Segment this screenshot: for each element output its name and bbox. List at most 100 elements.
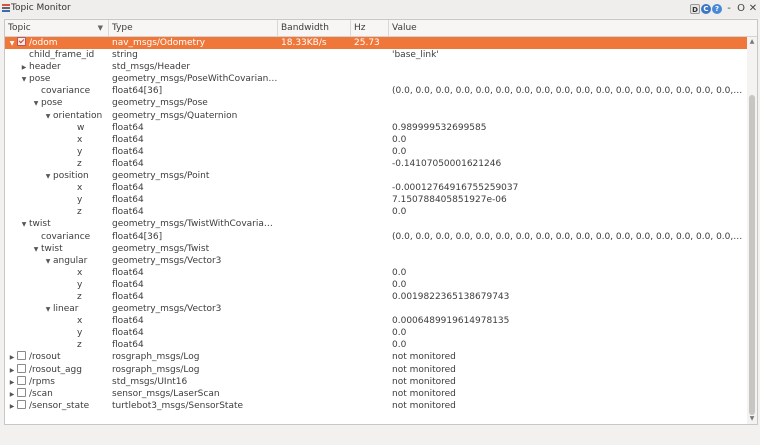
topic-label: z: [77, 291, 82, 302]
tree-row[interactable]: y float64 0.0: [5, 327, 747, 339]
tree-row[interactable]: covariance float64[36] (0.0, 0.0, 0.0, 0.0…: [5, 85, 747, 97]
tree-row[interactable]: x float64 0.0: [5, 267, 747, 279]
tree-row[interactable]: ▼ angular geometry_msgs/Vector3: [5, 255, 747, 267]
topic-tree-view[interactable]: Topic ▼ Type Bandwidth Hz Value ▼ /odom na…: [4, 19, 758, 425]
tree-row[interactable]: ▶/rpms std_msgs/UInt16 not monitored: [5, 375, 747, 388]
tree-row[interactable]: ▼ linear geometry_msgs/Vector3: [5, 303, 747, 315]
tree-row[interactable]: ▶ header std_msgs/Header: [5, 61, 747, 73]
topic-label: /sensor_state: [29, 400, 90, 411]
type-cell: float64: [112, 195, 144, 206]
bandwidth-cell: 18.33KB/s: [281, 38, 327, 48]
header-hz[interactable]: Hz: [351, 20, 389, 36]
value-cell: 0.0: [392, 134, 407, 145]
topic-label: y: [77, 328, 83, 339]
monitor-checkbox[interactable]: [17, 37, 26, 46]
tree-row[interactable]: ▼ orientation geometry_msgs/Quaternion: [5, 110, 747, 122]
type-cell: float64: [112, 134, 144, 145]
value-cell: 0.0006489919614978135: [392, 316, 510, 327]
minimize-icon[interactable]: -: [724, 4, 734, 14]
monitor-checkbox[interactable]: [17, 363, 26, 373]
dock-icon[interactable]: D: [690, 4, 700, 14]
type-cell: rosgraph_msgs/Log: [112, 352, 200, 363]
expand-arrow-icon[interactable]: ▶: [7, 401, 17, 413]
tree-row[interactable]: x float64 -0.00012764916755259037: [5, 182, 747, 194]
close-icon[interactable]: ✕: [748, 4, 758, 14]
tree-row[interactable]: x float64 0.0: [5, 134, 747, 146]
value-cell: 7.150788405851927e-06: [392, 195, 507, 206]
value-cell: -0.00012764916755259037: [392, 183, 519, 194]
topic-label: linear: [53, 304, 79, 315]
type-cell: geometry_msgs/PoseWithCovariance: [112, 74, 278, 85]
topic-label: child_frame_id: [29, 50, 95, 61]
reload-icon[interactable]: C: [701, 4, 711, 14]
topic-label: angular: [53, 255, 88, 266]
tree-row[interactable]: ▼ pose geometry_msgs/Pose: [5, 97, 747, 109]
tree-row[interactable]: ▶ /sensor_state turtlebot3_msgs/SensorStat…: [5, 399, 747, 413]
tree-row[interactable]: z float64 -0.14107050001621246: [5, 158, 747, 170]
tree-row[interactable]: covariance float64[36] (0.0, 0.0, 0.0, 0.0…: [5, 231, 747, 243]
header-value[interactable]: Value: [389, 20, 757, 36]
scroll-up-icon[interactable]: ▲: [747, 37, 757, 47]
tree-row[interactable]: ▶/rosout_agg rosgraph_msgs/Log not monitor…: [5, 363, 747, 376]
value-cell: not monitored: [392, 400, 456, 411]
type-cell: float64: [112, 267, 144, 278]
topic-label: x: [77, 316, 83, 327]
tree-row[interactable]: child_frame_id string 'base_link': [5, 49, 747, 61]
tree-row[interactable]: z float64 0.0019822365138679743: [5, 291, 747, 303]
column-header: Topic ▼ Type Bandwidth Hz Value: [5, 20, 757, 37]
monitor-checkbox[interactable]: [17, 399, 26, 409]
tree-row[interactable]: y float64 0.0: [5, 146, 747, 158]
value-cell: not monitored: [392, 352, 456, 363]
tree-row[interactable]: y float64 7.150788405851927e-06: [5, 194, 747, 206]
tree-row[interactable]: ▼ twist geometry_msgs/Twist: [5, 243, 747, 255]
type-cell: float64: [112, 207, 144, 218]
type-cell: std_msgs/Header: [112, 62, 191, 73]
topic-label: /rosout_agg: [29, 364, 82, 375]
tree-row[interactable]: ▼/odom nav_msgs/Odometry 18.33KB/s 25.73: [5, 37, 747, 50]
topic-label: /odom: [29, 38, 58, 48]
tree-row[interactable]: ▼ pose geometry_msgs/PoseWithCovariance: [5, 73, 747, 85]
type-cell: sensor_msgs/LaserScan: [112, 388, 220, 399]
topic-label: w: [77, 122, 85, 133]
help-icon[interactable]: ?: [712, 4, 722, 14]
topic-label: z: [77, 158, 82, 169]
scrollbar-thumb[interactable]: [749, 95, 755, 415]
topic-label: /rosout: [29, 352, 61, 363]
value-cell: not monitored: [392, 388, 456, 399]
topic-label: x: [77, 267, 83, 278]
type-cell: float64: [112, 279, 144, 290]
monitor-checkbox[interactable]: [17, 375, 26, 385]
tree-row[interactable]: ▶/scan sensor_msgs/LaserScan not monitored: [5, 387, 747, 400]
value-cell: 0.0: [392, 146, 407, 157]
header-type[interactable]: Type: [109, 20, 278, 36]
tree-row[interactable]: w float64 0.989999532699585: [5, 122, 747, 134]
topic-label: position: [53, 171, 89, 182]
topic-label: header: [29, 62, 61, 73]
value-cell: 'base_link': [392, 50, 439, 61]
tree-row[interactable]: y float64 0.0: [5, 279, 747, 291]
tree-row[interactable]: ▼ position geometry_msgs/Point: [5, 170, 747, 182]
type-cell: float64: [112, 122, 144, 133]
topic-cell: ▶ /sensor_state: [5, 399, 111, 413]
restore-icon[interactable]: O: [736, 4, 746, 14]
tree-row[interactable]: z float64 0.0: [5, 339, 747, 351]
vertical-scrollbar[interactable]: ▲ ▼: [747, 37, 757, 424]
scroll-down-icon[interactable]: ▼: [747, 414, 757, 424]
monitor-checkbox[interactable]: [17, 351, 26, 361]
topic-label: /scan: [29, 388, 53, 399]
tree-row[interactable]: ▶/rosout rosgraph_msgs/Log not monitored: [5, 351, 747, 363]
topic-label: covariance: [41, 86, 91, 97]
tree-row[interactable]: x float64 0.0006489919614978135: [5, 315, 747, 327]
type-cell: string: [112, 50, 138, 61]
header-bandwidth[interactable]: Bandwidth: [278, 20, 351, 36]
monitor-checkbox[interactable]: [17, 387, 26, 397]
header-topic[interactable]: Topic ▼: [5, 20, 109, 36]
topic-label: z: [77, 340, 82, 351]
tree-row[interactable]: ▼ twist geometry_msgs/TwistWithCovariance: [5, 218, 747, 230]
value-cell: 0.0: [392, 279, 407, 290]
type-cell: geometry_msgs/Vector3: [112, 304, 222, 315]
tree-row[interactable]: z float64 0.0: [5, 206, 747, 218]
tree-rows: ▼/odom nav_msgs/Odometry 18.33KB/s 25.73 chi…: [5, 37, 747, 412]
type-cell: geometry_msgs/TwistWithCovariance: [112, 219, 278, 230]
topic-label: /rpms: [29, 376, 55, 387]
